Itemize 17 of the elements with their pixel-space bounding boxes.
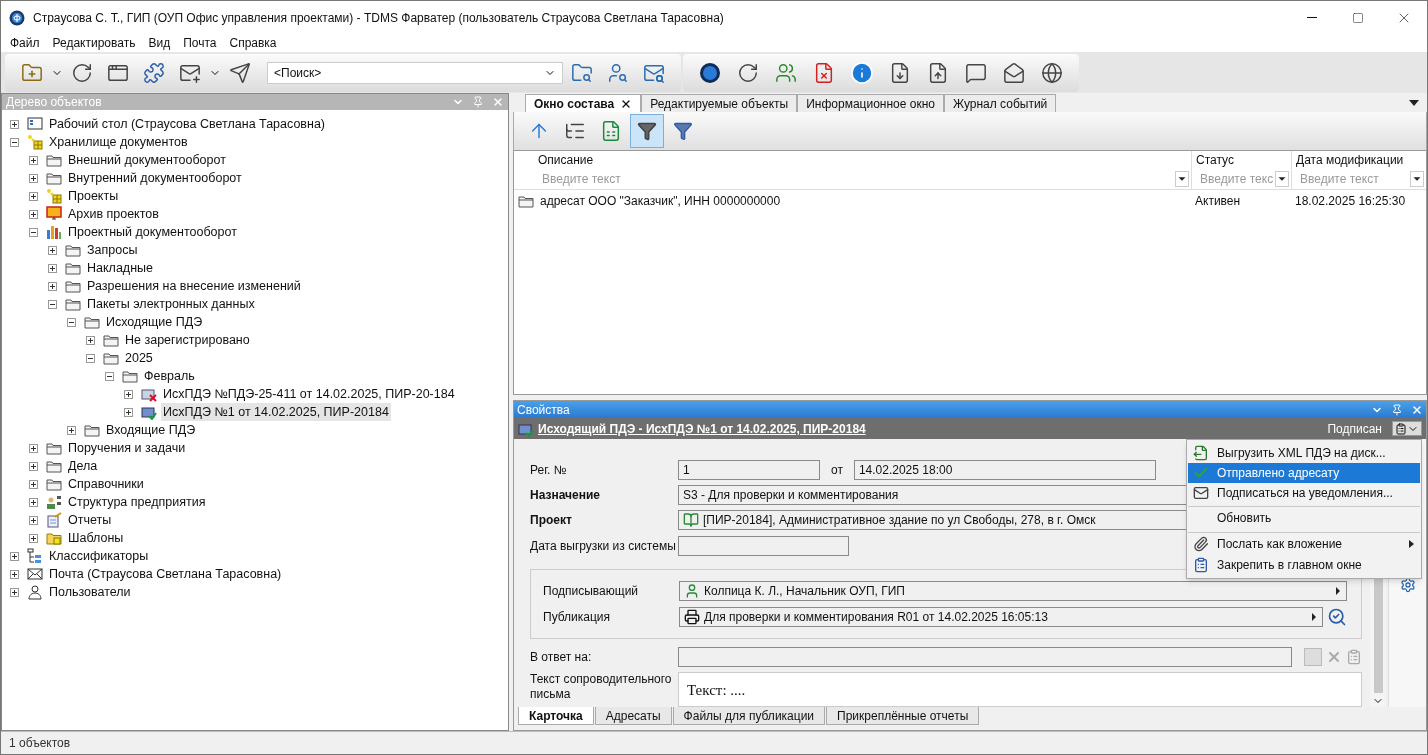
field-label: Дата выгрузки из системы bbox=[530, 537, 677, 555]
window-title: Страусова С. Т., ГИП (ОУП Офис управления проектами) - TDMS Фарватер (пользователь Страусова Светлана Тарасовна) bbox=[33, 9, 725, 27]
table-cell-text: адресат ООО "Заказчик", ИНН 0000000000 bbox=[540, 193, 781, 210]
field-label: от bbox=[831, 461, 843, 479]
panel-title: Свойства bbox=[517, 401, 571, 419]
status-text: 1 объектов bbox=[9, 735, 71, 752]
table-cell-text: Активен bbox=[1194, 193, 1242, 210]
field-label: В ответ на: bbox=[530, 649, 593, 667]
field-label: Рег. № bbox=[530, 461, 568, 479]
field-label: Публикация bbox=[543, 608, 612, 626]
status-label: Подписан bbox=[1327, 420, 1382, 438]
field-label: Проект bbox=[530, 512, 573, 530]
panel-title: Дерево объектов bbox=[6, 94, 103, 111]
field-label: Текст сопроводительного письма bbox=[530, 671, 673, 703]
field-label: Подписывающий bbox=[543, 582, 640, 600]
field-label: Назначение bbox=[530, 487, 601, 505]
table-cell-text: 18.02.2025 16:25:30 bbox=[1294, 193, 1407, 210]
